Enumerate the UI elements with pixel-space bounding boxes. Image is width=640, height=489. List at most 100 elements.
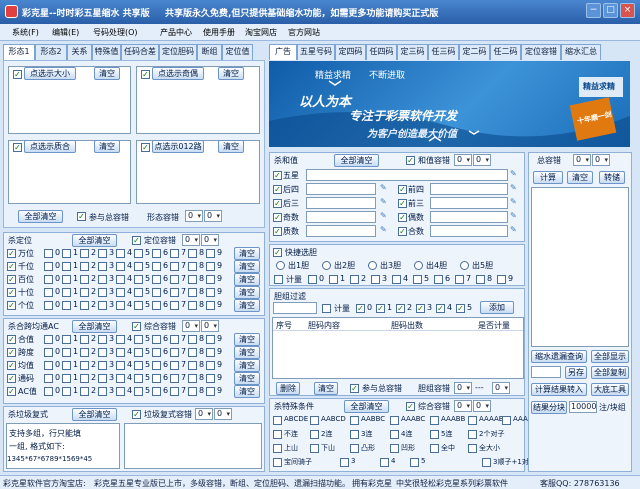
split-size-input[interactable]: 10000 (569, 401, 597, 413)
ks-digit-checkbox[interactable] (152, 374, 161, 383)
edit-icon[interactable]: ✎ (510, 197, 517, 206)
kp-digit-checkbox[interactable] (98, 288, 107, 297)
ks-digit-checkbox[interactable] (116, 361, 125, 370)
ks-digit-checkbox[interactable] (116, 348, 125, 357)
special-checkbox[interactable] (380, 458, 389, 467)
dan-delete-button[interactable]: 删除 (276, 382, 300, 395)
tab-any2[interactable]: 任二码 (490, 44, 521, 60)
special-checkbox[interactable] (273, 416, 282, 425)
sum-row-input[interactable] (306, 197, 376, 209)
dan-digit-checkbox[interactable]: ✓ (436, 304, 445, 313)
ks-digit-checkbox[interactable] (134, 348, 143, 357)
tab-fixed3[interactable]: 定三码 (397, 44, 428, 60)
ks-row-checkbox[interactable]: ✓ (7, 374, 16, 383)
special-checkbox[interactable] (310, 430, 319, 439)
edit-icon[interactable]: ✎ (510, 183, 517, 192)
quick-digit-checkbox[interactable] (497, 275, 506, 284)
special-checkbox[interactable] (273, 458, 282, 467)
position-tol-checkbox[interactable]: ✓ (132, 236, 141, 245)
tab-shape2[interactable]: 形态2 (35, 44, 67, 60)
size-checkbox[interactable]: ✓ (13, 70, 22, 79)
prime-clear-button[interactable]: 清空 (94, 140, 120, 153)
ks-digit-checkbox[interactable] (188, 361, 197, 370)
dan-digit-checkbox[interactable]: ✓ (456, 304, 465, 313)
special-tol-checkbox[interactable]: ✓ (406, 402, 415, 411)
kp-digit-checkbox[interactable] (152, 301, 161, 310)
total-tol-select2[interactable]: 0 (592, 154, 610, 166)
kp-digit-checkbox[interactable] (44, 262, 53, 271)
tab-any3[interactable]: 任三码 (428, 44, 459, 60)
ks-digit-checkbox[interactable] (152, 348, 161, 357)
kill-position-clear-all[interactable]: 全部清空 (72, 234, 117, 247)
kp-digit-checkbox[interactable] (44, 288, 53, 297)
sum-row-checkbox[interactable]: ✓ (273, 199, 282, 208)
span-tol-checkbox[interactable]: ✓ (132, 322, 141, 331)
sum-row-input[interactable] (306, 169, 508, 181)
sum-row2-checkbox[interactable]: ✓ (398, 213, 407, 222)
kp-digit-checkbox[interactable] (188, 275, 197, 284)
special-checkbox[interactable] (430, 416, 439, 425)
sum-tol-select[interactable]: 0 (454, 154, 472, 166)
special-checkbox[interactable] (390, 444, 399, 453)
tab-five-star[interactable]: 五星号码 (297, 44, 335, 60)
edit-icon[interactable]: ✎ (380, 211, 387, 220)
ks-digit-checkbox[interactable] (80, 335, 89, 344)
sum-row-input[interactable] (306, 211, 376, 223)
copy-all-button[interactable]: 全部复制 (591, 366, 629, 379)
kp-digit-checkbox[interactable] (152, 262, 161, 271)
menu-manual[interactable]: 使用手册 (203, 27, 235, 38)
ks-row-clear-button[interactable]: 清空 (234, 346, 260, 359)
kp-row-clear-button[interactable]: 清空 (234, 286, 260, 299)
sum-row2-input[interactable] (430, 183, 508, 195)
kp-digit-checkbox[interactable] (170, 249, 179, 258)
tab-fixed2[interactable]: 定二码 (459, 44, 490, 60)
sum-row2-input[interactable] (430, 225, 508, 237)
ks-row-clear-button[interactable]: 清空 (234, 359, 260, 372)
tab-sum-diff[interactable]: 任码合差 (121, 44, 159, 60)
odd-even-clear-button[interactable]: 清空 (218, 67, 244, 80)
size-select-button[interactable]: 点选示大小 (24, 67, 76, 80)
kp-digit-checkbox[interactable] (134, 262, 143, 271)
kp-digit-checkbox[interactable] (206, 288, 215, 297)
ks-digit-checkbox[interactable] (170, 348, 179, 357)
ref-tol-checkbox[interactable]: ✓ (77, 212, 86, 221)
special-checkbox[interactable] (468, 416, 477, 425)
special-checkbox[interactable] (390, 430, 399, 439)
kp-digit-checkbox[interactable] (170, 301, 179, 310)
dan-digit-checkbox[interactable]: ✓ (376, 304, 385, 313)
ks-digit-checkbox[interactable] (152, 361, 161, 370)
kp-digit-checkbox[interactable] (62, 249, 71, 258)
kp-digit-checkbox[interactable] (44, 249, 53, 258)
special-checkbox[interactable] (502, 416, 511, 425)
special-tol-select[interactable]: 0 (454, 400, 472, 412)
quick-radio[interactable] (368, 261, 377, 270)
kp-digit-checkbox[interactable] (134, 301, 143, 310)
minimize-button[interactable]: − (586, 3, 601, 18)
special-checkbox[interactable] (430, 430, 439, 439)
kp-digit-checkbox[interactable] (44, 275, 53, 284)
edit-icon[interactable]: ✎ (510, 169, 517, 178)
kp-row-checkbox[interactable]: ✓ (7, 249, 16, 258)
sum-row-checkbox[interactable]: ✓ (273, 227, 282, 236)
sum-tol-select2[interactable]: 0 (473, 154, 491, 166)
special-checkbox[interactable] (273, 430, 282, 439)
dan-count-checkbox[interactable] (322, 304, 331, 313)
sum-row2-checkbox[interactable]: ✓ (398, 185, 407, 194)
special-checkbox[interactable] (310, 444, 319, 453)
ks-digit-checkbox[interactable] (44, 374, 53, 383)
special-checkbox[interactable] (350, 444, 359, 453)
special-checkbox[interactable] (350, 430, 359, 439)
quick-digit-checkbox[interactable] (329, 275, 338, 284)
kp-row-checkbox[interactable]: ✓ (7, 275, 16, 284)
kp-digit-checkbox[interactable] (80, 275, 89, 284)
quick-digit-checkbox[interactable] (371, 275, 380, 284)
ks-digit-checkbox[interactable] (116, 335, 125, 344)
status-shop[interactable]: 彩克星软件官方淘宝店: (3, 478, 86, 489)
sum-row2-input[interactable] (430, 211, 508, 223)
edit-icon[interactable]: ✎ (380, 197, 387, 206)
save-name-input[interactable] (531, 366, 561, 378)
edit-icon[interactable]: ✎ (380, 183, 387, 192)
kill-span-clear-all[interactable]: 全部清空 (72, 320, 117, 333)
kp-digit-checkbox[interactable] (80, 301, 89, 310)
dan-add-button[interactable]: 添加 (480, 301, 514, 314)
